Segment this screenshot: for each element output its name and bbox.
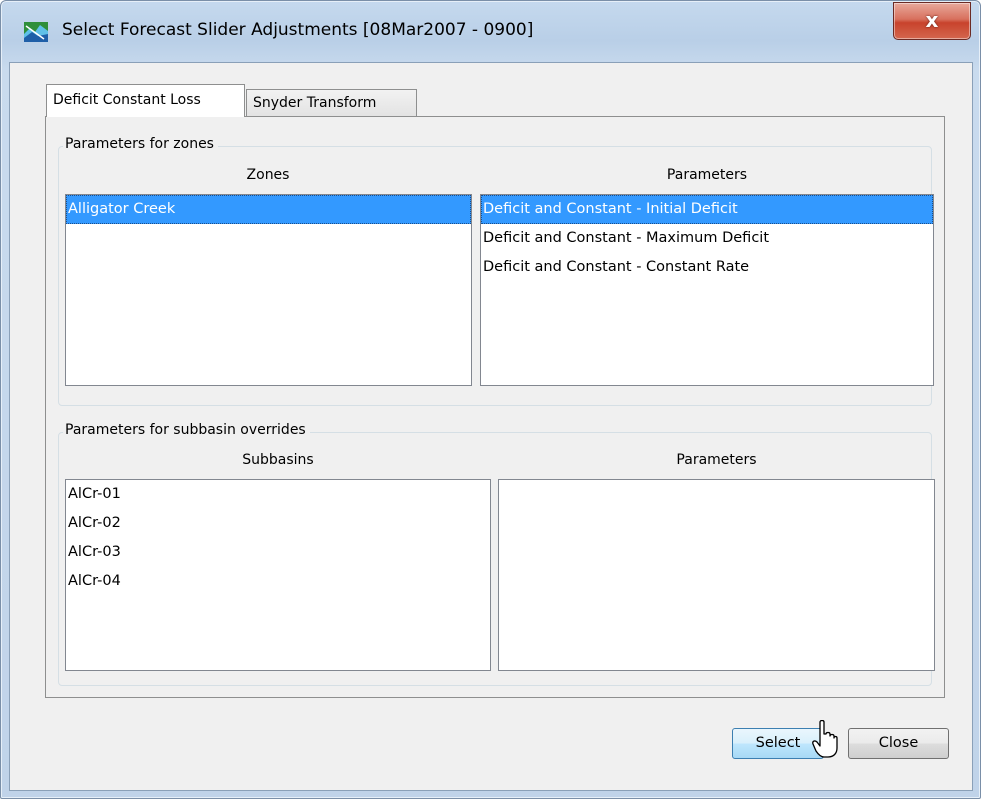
window-title: Select Forecast Slider Adjustments [08Ma…: [62, 20, 534, 40]
list-item[interactable]: AlCr-01: [66, 480, 490, 509]
subbasins-list[interactable]: AlCr-01 AlCr-02 AlCr-03 AlCr-04: [65, 479, 491, 671]
subbasin-group-legend: Parameters for subbasin overrides: [63, 422, 310, 438]
close-button[interactable]: Close: [848, 728, 949, 759]
window-close-button[interactable]: x: [893, 2, 971, 40]
list-item[interactable]: Deficit and Constant - Initial Deficit: [481, 195, 933, 224]
tab-panel: Parameters for zones Zones Parameters Al…: [45, 116, 945, 698]
zones-column-header: Zones: [246, 167, 290, 183]
close-icon: x: [925, 8, 939, 32]
list-item[interactable]: Deficit and Constant - Maximum Deficit: [481, 224, 933, 253]
mouse-cursor-icon: [812, 720, 838, 758]
select-button[interactable]: Select: [732, 728, 824, 759]
tab-label: Deficit Constant Loss: [53, 92, 201, 108]
tab-label: Snyder Transform: [253, 95, 377, 111]
subbasin-parameters-list[interactable]: [498, 479, 935, 671]
title-bar[interactable]: Select Forecast Slider Adjustments [08Ma…: [0, 0, 981, 62]
list-item[interactable]: Alligator Creek: [66, 195, 471, 224]
zone-parameters-list[interactable]: Deficit and Constant - Initial Deficit D…: [480, 194, 934, 386]
tab-snyder-transform[interactable]: Snyder Transform: [246, 89, 417, 116]
list-item[interactable]: AlCr-02: [66, 509, 490, 538]
list-item[interactable]: AlCr-04: [66, 567, 490, 596]
zone-parameters-column-header: Parameters: [666, 167, 748, 183]
zones-list[interactable]: Alligator Creek: [65, 194, 472, 386]
zones-group-legend: Parameters for zones: [63, 136, 218, 152]
app-logo-icon: [24, 22, 48, 42]
list-item[interactable]: Deficit and Constant - Constant Rate: [481, 253, 933, 282]
list-item[interactable]: AlCr-03: [66, 538, 490, 567]
tab-deficit-constant-loss[interactable]: Deficit Constant Loss: [46, 84, 245, 117]
subbasins-column-header: Subbasins: [242, 452, 314, 468]
dialog-client-area: Deficit Constant Loss Snyder Transform P…: [9, 62, 973, 791]
subbasin-parameters-column-header: Parameters: [676, 452, 757, 468]
